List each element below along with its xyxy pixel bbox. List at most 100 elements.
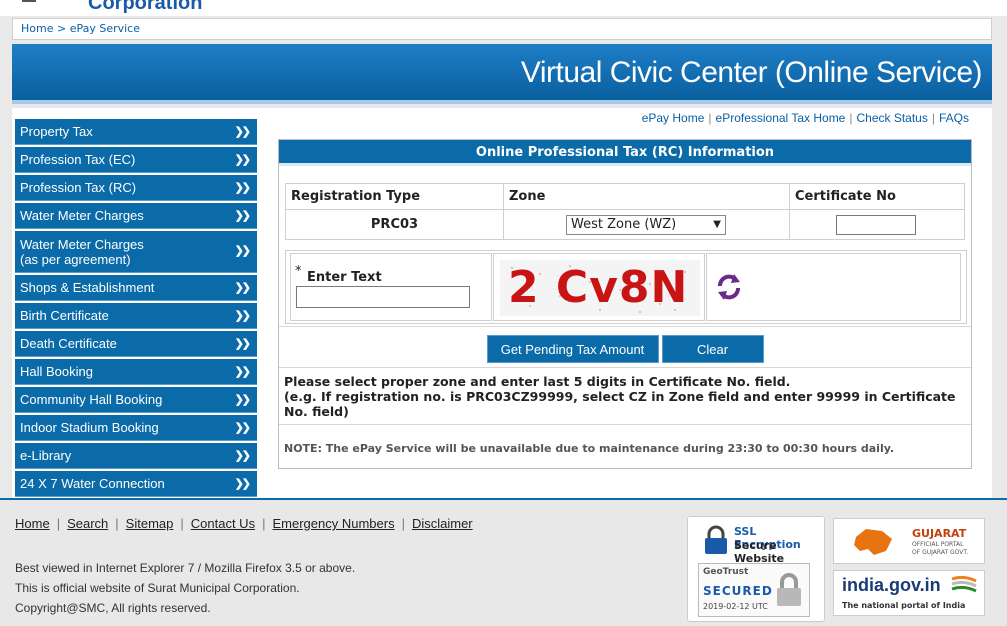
breadcrumb[interactable]: Home > ePay Service [12, 18, 992, 40]
geotrust-secured: SECURED [703, 584, 773, 598]
required-star: * [295, 264, 302, 279]
sidebar-item-water-connection[interactable]: 24 X 7 Water Connection ❯❯ [15, 471, 257, 497]
sidebar-item-profession-tax-ec[interactable]: Profession Tax (EC) ❯❯ [15, 147, 257, 173]
india-portal-badge[interactable]: india.gov.in The national portal of Indi… [833, 570, 985, 616]
get-pending-tax-button[interactable]: Get Pending Tax Amount [486, 335, 659, 363]
sidebar-item-label: Death Certificate [20, 336, 117, 351]
gujarat-portal-badge[interactable]: GUJARAT OFFICIAL PORTAL OF GUJARAT GOVT. [833, 518, 985, 564]
enter-text-label-text: Enter Text [307, 270, 382, 285]
gujarat-title: GUJARAT [912, 527, 967, 540]
sidebar-item-water-meter-agreement[interactable]: Water Meter Charges (as per agreement) ❯❯ [15, 231, 257, 273]
india-portal-title: india.gov.in [842, 575, 941, 595]
site-header: Corporation [0, 0, 1007, 16]
footer-info: Best viewed in Internet Explorer 7 / Moz… [15, 558, 355, 618]
sidebar-item-label: Birth Certificate [20, 308, 109, 323]
sidebar-item-death-certificate[interactable]: Death Certificate ❯❯ [15, 331, 257, 357]
zone-select[interactable]: West Zone (WZ) ▼ [566, 214, 726, 235]
sidebar-item-label: Indoor Stadium Booking [20, 420, 159, 435]
captcha-input[interactable] [296, 286, 470, 308]
maintenance-note: NOTE: The ePay Service will be unavailab… [284, 442, 895, 455]
sidebar-item-label: e-Library [20, 448, 72, 463]
sidebar-item-label: 24 X 7 Water Connection [20, 476, 165, 491]
geotrust-badge[interactable]: GeoTrust SECURED 2019-02-12 UTC [698, 563, 810, 617]
site-footer: Home | Search | Sitemap | Contact Us | Emergency… [0, 498, 1007, 626]
captcha-image: 2 Cv8N [500, 260, 700, 316]
registration-table: Registration Type Zone Certificate No PR… [285, 183, 965, 240]
footer-link-sitemap[interactable]: Sitemap [126, 516, 174, 531]
chevron-double-down-icon: ❯❯ [234, 282, 252, 294]
footer-link-search[interactable]: Search [67, 516, 108, 531]
link-faqs[interactable]: FAQs [939, 111, 969, 125]
captcha-section: * Enter Text 2 Cv8N [285, 250, 967, 324]
chevron-double-down-icon: ❯❯ [234, 422, 252, 434]
refresh-icon[interactable] [714, 272, 744, 302]
footer-link-emergency-numbers[interactable]: Emergency Numbers [272, 516, 394, 531]
sidebar-item-label: Shops & Establishment [20, 280, 155, 295]
sidebar-item-label: Property Tax [20, 124, 93, 139]
sidebar-menu: Property Tax ❯❯ Profession Tax (EC) ❯❯ Pro… [15, 119, 257, 499]
ssl-subtitle: Secure Website [734, 539, 785, 565]
chevron-double-down-icon: ❯❯ [234, 450, 252, 462]
chevron-double-down-icon: ❯❯ [234, 126, 252, 138]
footer-copyright: Copyright@SMC, All rights reserved. [15, 601, 211, 615]
padlock-icon [777, 573, 801, 606]
sidebar-item-label: Water Meter Charges (as per agreement) [20, 237, 144, 267]
sidebar-item-birth-certificate[interactable]: Birth Certificate ❯❯ [15, 303, 257, 329]
chevron-double-down-icon: ❯❯ [234, 154, 252, 166]
corporation-name: Corporation [88, 0, 203, 14]
page-banner: Virtual Civic Center (Online Service) [12, 44, 992, 104]
instructions-line1: Please select proper zone and enter last… [284, 374, 791, 389]
sidebar-item-profession-tax-rc[interactable]: Profession Tax (RC) ❯❯ [15, 175, 257, 201]
content-area: Property Tax ❯❯ Profession Tax (EC) ❯❯ Pro… [12, 108, 992, 498]
gujarat-subtitle-line2: OF GUJARAT GOVT. [912, 549, 969, 556]
button-row: Get Pending Tax Amount Clear [279, 335, 971, 363]
sidebar-item-water-meter-charges[interactable]: Water Meter Charges ❯❯ [15, 203, 257, 229]
footer-link-home[interactable]: Home [15, 516, 50, 531]
col-header-registration-type: Registration Type [285, 183, 504, 210]
geotrust-date: 2019-02-12 UTC [703, 602, 768, 611]
chevron-double-down-icon: ❯❯ [234, 338, 252, 350]
chevron-double-down-icon: ❯❯ [234, 366, 252, 378]
sidebar-item-hall-booking[interactable]: Hall Booking ❯❯ [15, 359, 257, 385]
sidebar-item-label: Water Meter Charges [20, 208, 144, 223]
link-check-status[interactable]: Check Status [856, 111, 927, 125]
col-header-zone: Zone [503, 183, 790, 210]
breadcrumb-text[interactable]: Home > ePay Service [21, 22, 140, 35]
chevron-double-down-icon: ❯❯ [234, 210, 252, 222]
clear-button[interactable]: Clear [661, 335, 764, 363]
chevron-double-down-icon: ❯❯ [234, 478, 252, 490]
panel-title: Online Professional Tax (RC) Information [279, 140, 971, 166]
footer-links: Home | Search | Sitemap | Contact Us | Emergency… [15, 516, 473, 531]
epay-top-links: ePay Home | eProfessional Tax Home | Check S… [641, 111, 969, 125]
professional-tax-panel: Online Professional Tax (RC) Information… [278, 139, 972, 469]
sidebar-item-e-library[interactable]: e-Library ❯❯ [15, 443, 257, 469]
sidebar-item-community-hall-booking[interactable]: Community Hall Booking ❯❯ [15, 387, 257, 413]
sidebar-item-shops-establishment[interactable]: Shops & Establishment ❯❯ [15, 275, 257, 301]
flag-icon [951, 575, 977, 593]
zone-selected-value: West Zone (WZ) [571, 217, 677, 232]
gujarat-subtitle: OFFICIAL PORTAL OF GUJARAT GOVT. [912, 541, 968, 557]
sidebar-item-indoor-stadium-booking[interactable]: Indoor Stadium Booking ❯❯ [15, 415, 257, 441]
geotrust-brand: GeoTrust [703, 567, 749, 577]
footer-link-contact-us[interactable]: Contact Us [191, 516, 255, 531]
link-eprofessional-tax-home[interactable]: eProfessional Tax Home [716, 111, 846, 125]
lock-icon [705, 525, 727, 554]
sidebar-item-label-line2: (as per agreement) [20, 251, 131, 267]
captcha-text: 2 Cv8N [508, 262, 689, 313]
sidebar-item-label-line1: Water Meter Charges [20, 236, 144, 252]
india-portal-subtitle: The national portal of India [842, 601, 966, 610]
chevron-double-down-icon: ❯❯ [234, 310, 252, 322]
gujarat-subtitle-line1: OFFICIAL PORTAL [912, 541, 964, 548]
sidebar-item-label: Community Hall Booking [20, 392, 163, 407]
registration-type-value: PRC03 [285, 209, 504, 240]
banner-title: Virtual Civic Center (Online Service) [520, 56, 983, 89]
sidebar-item-property-tax[interactable]: Property Tax ❯❯ [15, 119, 257, 145]
certificate-no-input[interactable] [836, 214, 916, 235]
chevron-double-down-icon: ❯❯ [234, 245, 252, 257]
instructions-text: Please select proper zone and enter last… [284, 374, 966, 419]
gujarat-map-icon [854, 529, 892, 555]
link-epay-home[interactable]: ePay Home [642, 111, 705, 125]
footer-link-disclaimer[interactable]: Disclaimer [412, 516, 473, 531]
corporation-logo-icon [22, 0, 36, 2]
sidebar-item-label: Profession Tax (EC) [20, 152, 136, 167]
